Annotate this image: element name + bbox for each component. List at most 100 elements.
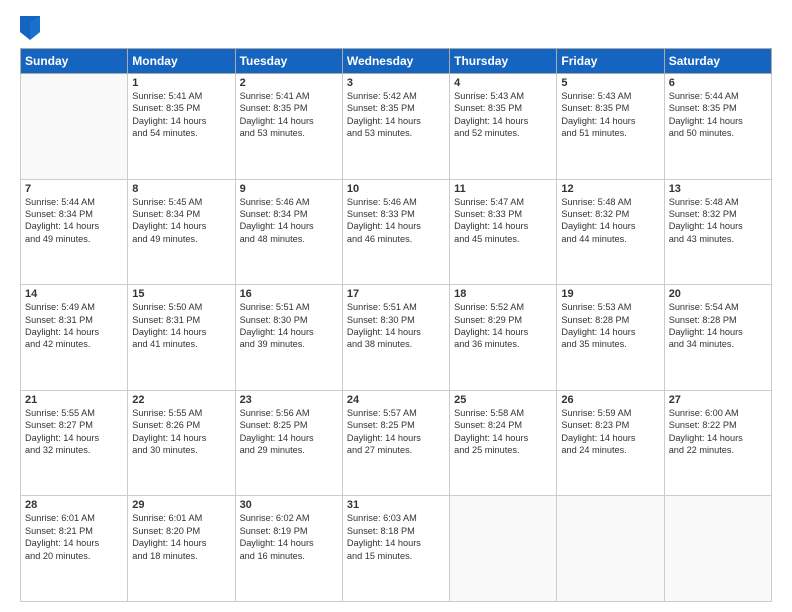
day-number: 24 [347, 394, 445, 406]
day-info: Sunrise: 5:46 AM Sunset: 8:34 PM Dayligh… [240, 196, 338, 246]
calendar-table: SundayMondayTuesdayWednesdayThursdayFrid… [20, 48, 772, 602]
day-info: Sunrise: 6:02 AM Sunset: 8:19 PM Dayligh… [240, 512, 338, 562]
day-cell: 21Sunrise: 5:55 AM Sunset: 8:27 PM Dayli… [21, 390, 128, 496]
day-cell: 27Sunrise: 6:00 AM Sunset: 8:22 PM Dayli… [664, 390, 771, 496]
day-number: 10 [347, 183, 445, 195]
day-info: Sunrise: 5:49 AM Sunset: 8:31 PM Dayligh… [25, 301, 123, 351]
day-cell: 29Sunrise: 6:01 AM Sunset: 8:20 PM Dayli… [128, 496, 235, 602]
day-number: 28 [25, 499, 123, 511]
day-info: Sunrise: 5:55 AM Sunset: 8:26 PM Dayligh… [132, 407, 230, 457]
day-info: Sunrise: 5:59 AM Sunset: 8:23 PM Dayligh… [561, 407, 659, 457]
day-info: Sunrise: 5:58 AM Sunset: 8:24 PM Dayligh… [454, 407, 552, 457]
day-info: Sunrise: 5:55 AM Sunset: 8:27 PM Dayligh… [25, 407, 123, 457]
day-cell: 14Sunrise: 5:49 AM Sunset: 8:31 PM Dayli… [21, 285, 128, 391]
day-cell: 23Sunrise: 5:56 AM Sunset: 8:25 PM Dayli… [235, 390, 342, 496]
day-cell: 28Sunrise: 6:01 AM Sunset: 8:21 PM Dayli… [21, 496, 128, 602]
day-info: Sunrise: 5:43 AM Sunset: 8:35 PM Dayligh… [561, 90, 659, 140]
day-info: Sunrise: 6:00 AM Sunset: 8:22 PM Dayligh… [669, 407, 767, 457]
day-info: Sunrise: 5:48 AM Sunset: 8:32 PM Dayligh… [669, 196, 767, 246]
day-info: Sunrise: 5:46 AM Sunset: 8:33 PM Dayligh… [347, 196, 445, 246]
day-number: 12 [561, 183, 659, 195]
day-number: 26 [561, 394, 659, 406]
day-number: 22 [132, 394, 230, 406]
day-cell [664, 496, 771, 602]
day-number: 14 [25, 288, 123, 300]
day-info: Sunrise: 5:57 AM Sunset: 8:25 PM Dayligh… [347, 407, 445, 457]
day-info: Sunrise: 5:54 AM Sunset: 8:28 PM Dayligh… [669, 301, 767, 351]
day-cell: 3Sunrise: 5:42 AM Sunset: 8:35 PM Daylig… [342, 74, 449, 180]
week-row-1: 1Sunrise: 5:41 AM Sunset: 8:35 PM Daylig… [21, 74, 772, 180]
day-number: 3 [347, 77, 445, 89]
day-cell: 13Sunrise: 5:48 AM Sunset: 8:32 PM Dayli… [664, 179, 771, 285]
day-number: 30 [240, 499, 338, 511]
day-cell: 20Sunrise: 5:54 AM Sunset: 8:28 PM Dayli… [664, 285, 771, 391]
day-number: 15 [132, 288, 230, 300]
day-number: 19 [561, 288, 659, 300]
day-cell: 7Sunrise: 5:44 AM Sunset: 8:34 PM Daylig… [21, 179, 128, 285]
day-cell: 8Sunrise: 5:45 AM Sunset: 8:34 PM Daylig… [128, 179, 235, 285]
header-row: SundayMondayTuesdayWednesdayThursdayFrid… [21, 49, 772, 74]
day-info: Sunrise: 5:50 AM Sunset: 8:31 PM Dayligh… [132, 301, 230, 351]
week-row-4: 21Sunrise: 5:55 AM Sunset: 8:27 PM Dayli… [21, 390, 772, 496]
day-cell: 17Sunrise: 5:51 AM Sunset: 8:30 PM Dayli… [342, 285, 449, 391]
day-info: Sunrise: 6:01 AM Sunset: 8:20 PM Dayligh… [132, 512, 230, 562]
day-cell: 15Sunrise: 5:50 AM Sunset: 8:31 PM Dayli… [128, 285, 235, 391]
day-number: 13 [669, 183, 767, 195]
day-info: Sunrise: 5:47 AM Sunset: 8:33 PM Dayligh… [454, 196, 552, 246]
page: SundayMondayTuesdayWednesdayThursdayFrid… [0, 0, 792, 612]
day-number: 5 [561, 77, 659, 89]
day-info: Sunrise: 5:51 AM Sunset: 8:30 PM Dayligh… [240, 301, 338, 351]
day-header-friday: Friday [557, 49, 664, 74]
day-number: 9 [240, 183, 338, 195]
day-number: 25 [454, 394, 552, 406]
day-cell: 22Sunrise: 5:55 AM Sunset: 8:26 PM Dayli… [128, 390, 235, 496]
day-info: Sunrise: 6:01 AM Sunset: 8:21 PM Dayligh… [25, 512, 123, 562]
header [20, 16, 772, 40]
day-info: Sunrise: 5:44 AM Sunset: 8:35 PM Dayligh… [669, 90, 767, 140]
day-number: 7 [25, 183, 123, 195]
day-info: Sunrise: 5:44 AM Sunset: 8:34 PM Dayligh… [25, 196, 123, 246]
day-header-thursday: Thursday [450, 49, 557, 74]
day-info: Sunrise: 5:43 AM Sunset: 8:35 PM Dayligh… [454, 90, 552, 140]
logo [20, 16, 46, 40]
day-info: Sunrise: 5:51 AM Sunset: 8:30 PM Dayligh… [347, 301, 445, 351]
day-cell: 2Sunrise: 5:41 AM Sunset: 8:35 PM Daylig… [235, 74, 342, 180]
day-info: Sunrise: 5:52 AM Sunset: 8:29 PM Dayligh… [454, 301, 552, 351]
day-cell: 19Sunrise: 5:53 AM Sunset: 8:28 PM Dayli… [557, 285, 664, 391]
day-cell: 30Sunrise: 6:02 AM Sunset: 8:19 PM Dayli… [235, 496, 342, 602]
day-cell: 4Sunrise: 5:43 AM Sunset: 8:35 PM Daylig… [450, 74, 557, 180]
day-header-sunday: Sunday [21, 49, 128, 74]
day-cell: 1Sunrise: 5:41 AM Sunset: 8:35 PM Daylig… [128, 74, 235, 180]
day-number: 17 [347, 288, 445, 300]
day-cell: 16Sunrise: 5:51 AM Sunset: 8:30 PM Dayli… [235, 285, 342, 391]
day-number: 4 [454, 77, 552, 89]
day-cell [557, 496, 664, 602]
day-cell: 31Sunrise: 6:03 AM Sunset: 8:18 PM Dayli… [342, 496, 449, 602]
day-number: 21 [25, 394, 123, 406]
day-cell [450, 496, 557, 602]
day-cell: 25Sunrise: 5:58 AM Sunset: 8:24 PM Dayli… [450, 390, 557, 496]
day-number: 1 [132, 77, 230, 89]
day-cell: 11Sunrise: 5:47 AM Sunset: 8:33 PM Dayli… [450, 179, 557, 285]
day-header-wednesday: Wednesday [342, 49, 449, 74]
day-info: Sunrise: 5:53 AM Sunset: 8:28 PM Dayligh… [561, 301, 659, 351]
day-cell [21, 74, 128, 180]
day-number: 20 [669, 288, 767, 300]
day-number: 2 [240, 77, 338, 89]
day-header-monday: Monday [128, 49, 235, 74]
day-number: 18 [454, 288, 552, 300]
day-info: Sunrise: 5:48 AM Sunset: 8:32 PM Dayligh… [561, 196, 659, 246]
day-number: 29 [132, 499, 230, 511]
day-cell: 5Sunrise: 5:43 AM Sunset: 8:35 PM Daylig… [557, 74, 664, 180]
week-row-3: 14Sunrise: 5:49 AM Sunset: 8:31 PM Dayli… [21, 285, 772, 391]
day-cell: 24Sunrise: 5:57 AM Sunset: 8:25 PM Dayli… [342, 390, 449, 496]
day-cell: 9Sunrise: 5:46 AM Sunset: 8:34 PM Daylig… [235, 179, 342, 285]
day-number: 11 [454, 183, 552, 195]
day-info: Sunrise: 5:42 AM Sunset: 8:35 PM Dayligh… [347, 90, 445, 140]
day-cell: 18Sunrise: 5:52 AM Sunset: 8:29 PM Dayli… [450, 285, 557, 391]
day-number: 8 [132, 183, 230, 195]
day-header-saturday: Saturday [664, 49, 771, 74]
day-cell: 6Sunrise: 5:44 AM Sunset: 8:35 PM Daylig… [664, 74, 771, 180]
day-number: 27 [669, 394, 767, 406]
day-number: 6 [669, 77, 767, 89]
